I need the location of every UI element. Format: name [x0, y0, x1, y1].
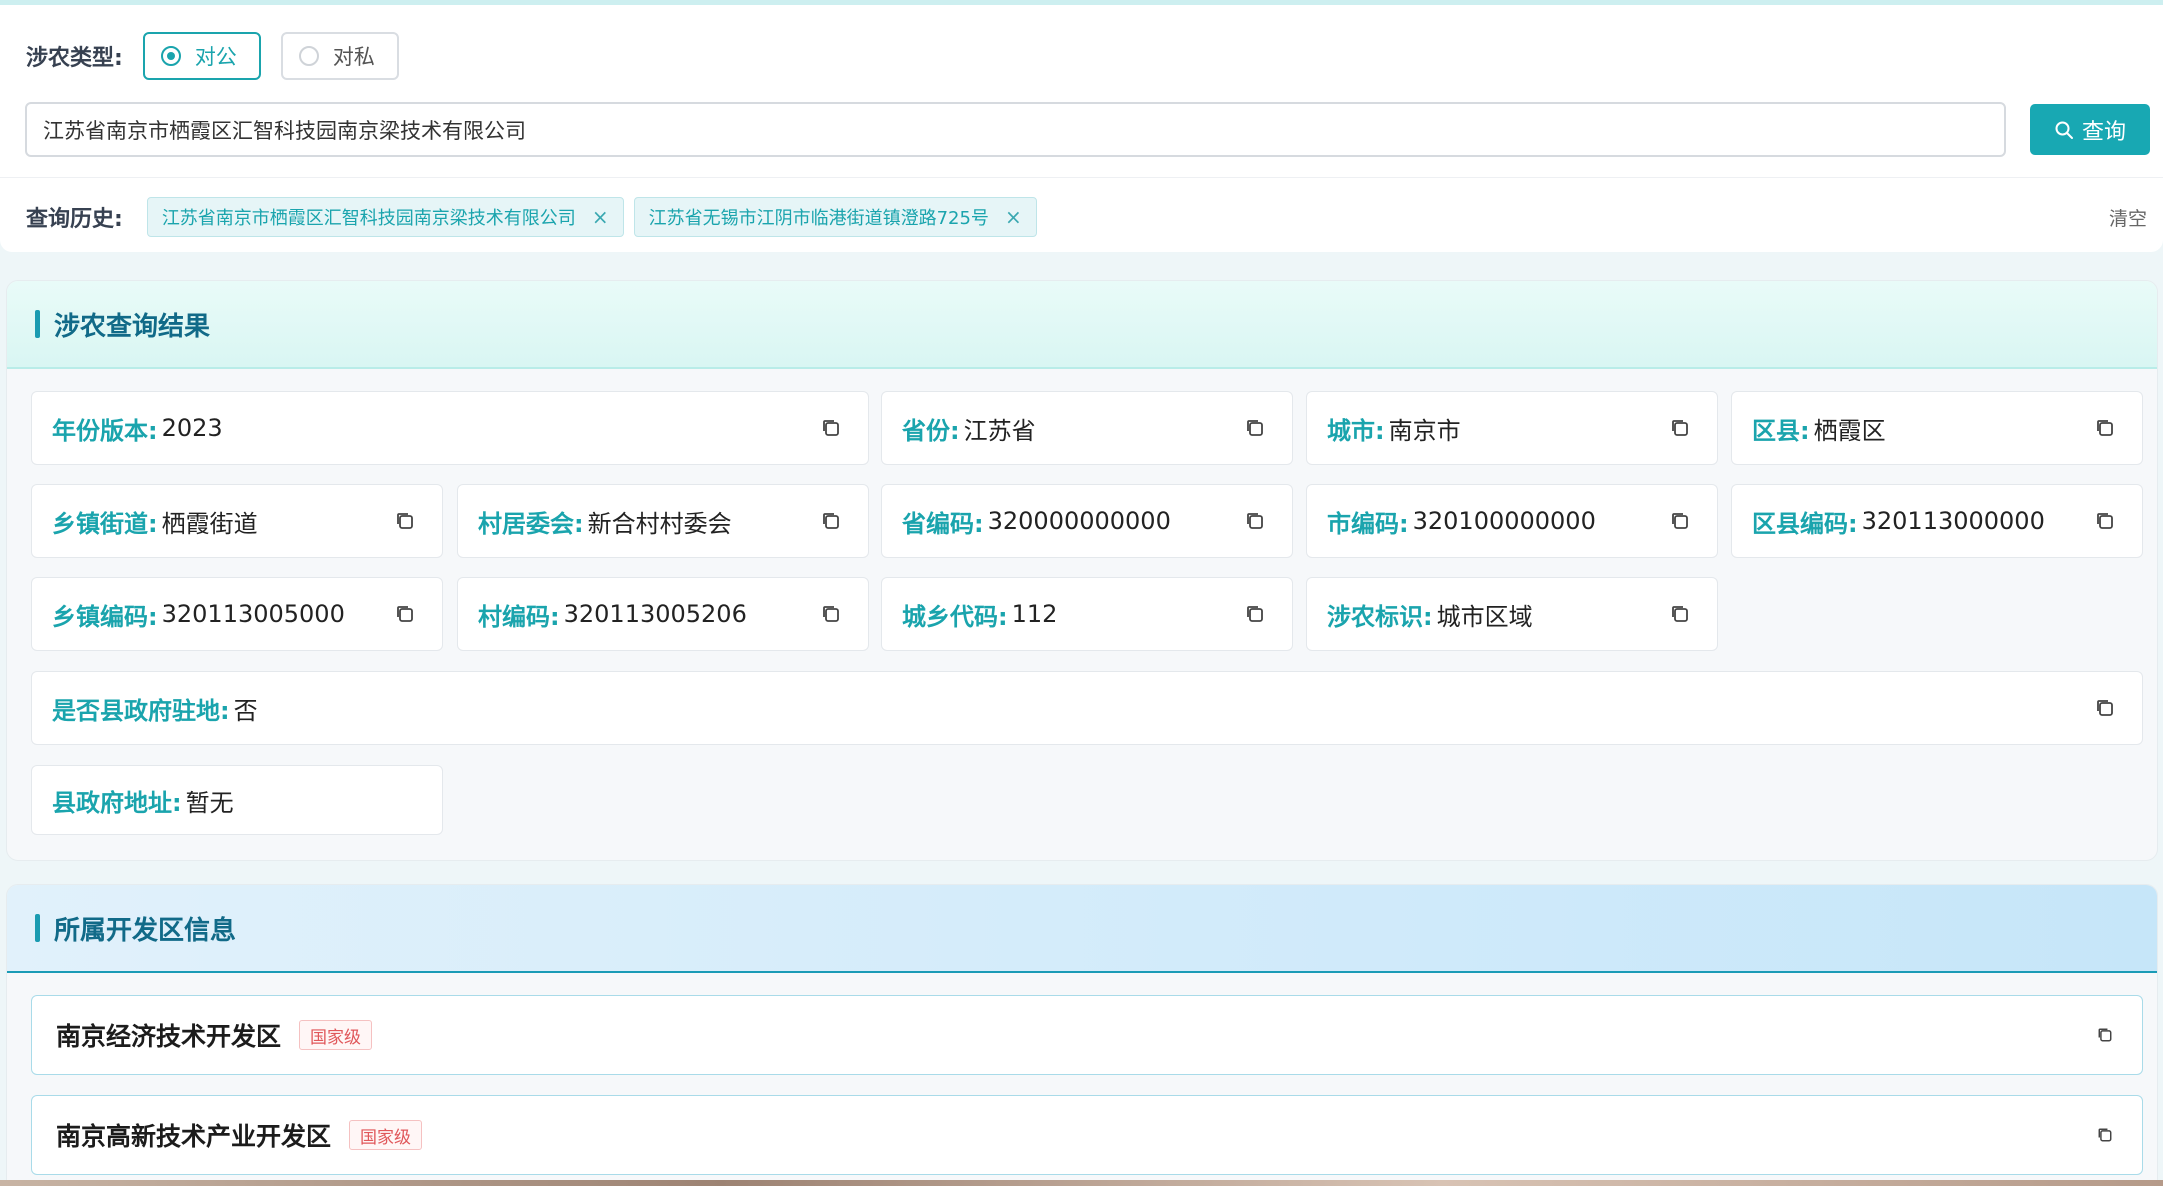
- query-button-label: 查询: [2081, 119, 2126, 145]
- field-value: 112: [1011, 600, 1058, 628]
- field-district: 区县: 栖霞区: [1731, 391, 2143, 465]
- field-key: 县政府地址:: [52, 788, 182, 817]
- copy-icon[interactable]: [394, 510, 416, 532]
- query-button[interactable]: 查询: [2030, 104, 2150, 155]
- result-section-title: 涉农查询结果: [54, 311, 211, 342]
- field-value: 南京市: [1388, 416, 1461, 445]
- radio-private-label: 对私: [332, 45, 375, 69]
- field-key: 城市:: [1327, 416, 1385, 445]
- field-county-seat: 是否县政府驻地: 否: [31, 671, 2143, 745]
- history-label: 查询历史:: [26, 207, 123, 232]
- copy-icon[interactable]: [2094, 417, 2116, 439]
- copy-icon[interactable]: [394, 603, 416, 625]
- title-bar-marker: [35, 310, 40, 338]
- field-key: 乡镇街道:: [52, 509, 158, 538]
- field-village-code: 村编码: 320113005206: [457, 577, 869, 651]
- field-key: 城乡代码:: [902, 602, 1008, 631]
- devzone-name: 南京高新技术产业开发区: [56, 1122, 332, 1151]
- field-year-version: 年份版本: 2023: [31, 391, 869, 465]
- field-village-committee: 村居委会: 新合村村委会: [457, 484, 869, 558]
- field-city: 城市: 南京市: [1306, 391, 1718, 465]
- radio-public[interactable]: 对公: [142, 32, 261, 80]
- copy-icon[interactable]: [820, 417, 842, 439]
- close-icon[interactable]: ×: [1005, 205, 1022, 229]
- radio-dot-icon: [160, 46, 181, 66]
- copy-icon[interactable]: [2096, 1026, 2114, 1044]
- background-strip: [0, 1180, 2163, 1186]
- field-value: 城市区域: [1436, 602, 1533, 631]
- copy-icon[interactable]: [1244, 510, 1266, 532]
- radio-private[interactable]: 对私: [280, 32, 399, 80]
- search-icon: [2055, 121, 2073, 139]
- divider: [0, 177, 2163, 178]
- field-key: 区县:: [1752, 416, 1810, 445]
- field-value: 新合村村委会: [587, 509, 732, 538]
- history-tag-label: 江苏省南京市栖霞区汇智科技园南京梁技术有限公司: [161, 208, 576, 229]
- field-province: 省份: 江苏省: [881, 391, 1293, 465]
- field-city-code: 市编码: 320100000000: [1306, 484, 1718, 558]
- field-key: 年份版本:: [52, 416, 158, 445]
- devzone-card: 南京高新技术产业开发区 国家级: [31, 1095, 2143, 1175]
- result-section: 涉农查询结果 年份版本: 2023 省份: 江苏省 城市: 南京市 区县: 栖霞…: [6, 280, 2158, 861]
- close-icon[interactable]: ×: [592, 205, 609, 229]
- field-key: 省份:: [902, 416, 960, 445]
- devzone-name: 南京经济技术开发区: [56, 1022, 282, 1051]
- field-value: 320000000000: [987, 507, 1171, 535]
- field-key: 区县编码:: [1752, 509, 1858, 538]
- devzone-card: 南京经济技术开发区 国家级: [31, 995, 2143, 1075]
- result-section-header: 涉农查询结果: [7, 281, 2157, 369]
- level-badge: 国家级: [349, 1120, 423, 1150]
- field-district-code: 区县编码: 320113000000: [1731, 484, 2143, 558]
- field-town-code: 乡镇编码: 320113005000: [31, 577, 443, 651]
- field-value: 2023: [161, 414, 223, 442]
- history-tag[interactable]: 江苏省南京市栖霞区汇智科技园南京梁技术有限公司 ×: [146, 197, 624, 237]
- copy-icon[interactable]: [820, 510, 842, 532]
- field-value: 320113005000: [161, 600, 345, 628]
- field-key: 市编码:: [1327, 509, 1409, 538]
- field-urban-rural-code: 城乡代码: 112: [881, 577, 1293, 651]
- field-key: 乡镇编码:: [52, 602, 158, 631]
- devzone-section-title: 所属开发区信息: [54, 915, 237, 946]
- field-value: 320113000000: [1861, 507, 2045, 535]
- copy-icon[interactable]: [2096, 1126, 2114, 1144]
- field-province-code: 省编码: 320000000000: [881, 484, 1293, 558]
- field-value: 否: [233, 696, 258, 725]
- devzone-section-header: 所属开发区信息: [7, 885, 2157, 973]
- field-agri-flag: 涉农标识: 城市区域: [1306, 577, 1718, 651]
- copy-icon[interactable]: [2094, 697, 2116, 719]
- field-value: 栖霞街道: [161, 509, 258, 538]
- radio-dot-icon: [298, 46, 319, 66]
- field-key: 村居委会:: [478, 509, 584, 538]
- search-panel: 涉农类型: 对公 对私 查询 查询历史: 江苏省南京市栖霞区汇智科技园南京梁技术…: [0, 5, 2163, 252]
- title-bar-marker: [35, 914, 40, 942]
- field-value: 江苏省: [963, 416, 1036, 445]
- level-badge: 国家级: [299, 1020, 373, 1050]
- devzone-section: 所属开发区信息 南京经济技术开发区 国家级 南京高新技术产业开发区 国家级: [6, 884, 2158, 1186]
- field-county-gov-address: 县政府地址: 暂无: [31, 765, 443, 835]
- search-input[interactable]: [25, 102, 2006, 157]
- copy-icon[interactable]: [2094, 510, 2116, 532]
- copy-icon[interactable]: [1669, 510, 1691, 532]
- copy-icon[interactable]: [1244, 603, 1266, 625]
- copy-icon[interactable]: [1669, 603, 1691, 625]
- history-row: 查询历史: 江苏省南京市栖霞区汇智科技园南京梁技术有限公司 × 江苏省无锡市江阴…: [26, 195, 1047, 239]
- field-key: 是否县政府驻地:: [52, 696, 230, 725]
- copy-icon[interactable]: [1669, 417, 1691, 439]
- copy-icon[interactable]: [820, 603, 842, 625]
- field-key: 村编码:: [478, 602, 560, 631]
- history-tag-label: 江苏省无锡市江阴市临港街道镇澄路725号: [648, 208, 989, 229]
- field-key: 涉农标识:: [1327, 602, 1433, 631]
- clear-history-button[interactable]: 清空: [2109, 204, 2147, 231]
- copy-icon[interactable]: [1244, 417, 1266, 439]
- type-label: 涉农类型:: [26, 46, 123, 71]
- field-value: 栖霞区: [1813, 416, 1886, 445]
- field-value: 320100000000: [1412, 507, 1596, 535]
- type-row: 涉农类型: 对公 对私: [26, 29, 399, 83]
- history-tag[interactable]: 江苏省无锡市江阴市临港街道镇澄路725号 ×: [633, 197, 1037, 237]
- field-town: 乡镇街道: 栖霞街道: [31, 484, 443, 558]
- radio-public-label: 对公: [194, 45, 237, 69]
- field-key: 省编码:: [902, 509, 984, 538]
- field-value: 320113005206: [563, 600, 747, 628]
- field-value: 暂无: [185, 788, 234, 817]
